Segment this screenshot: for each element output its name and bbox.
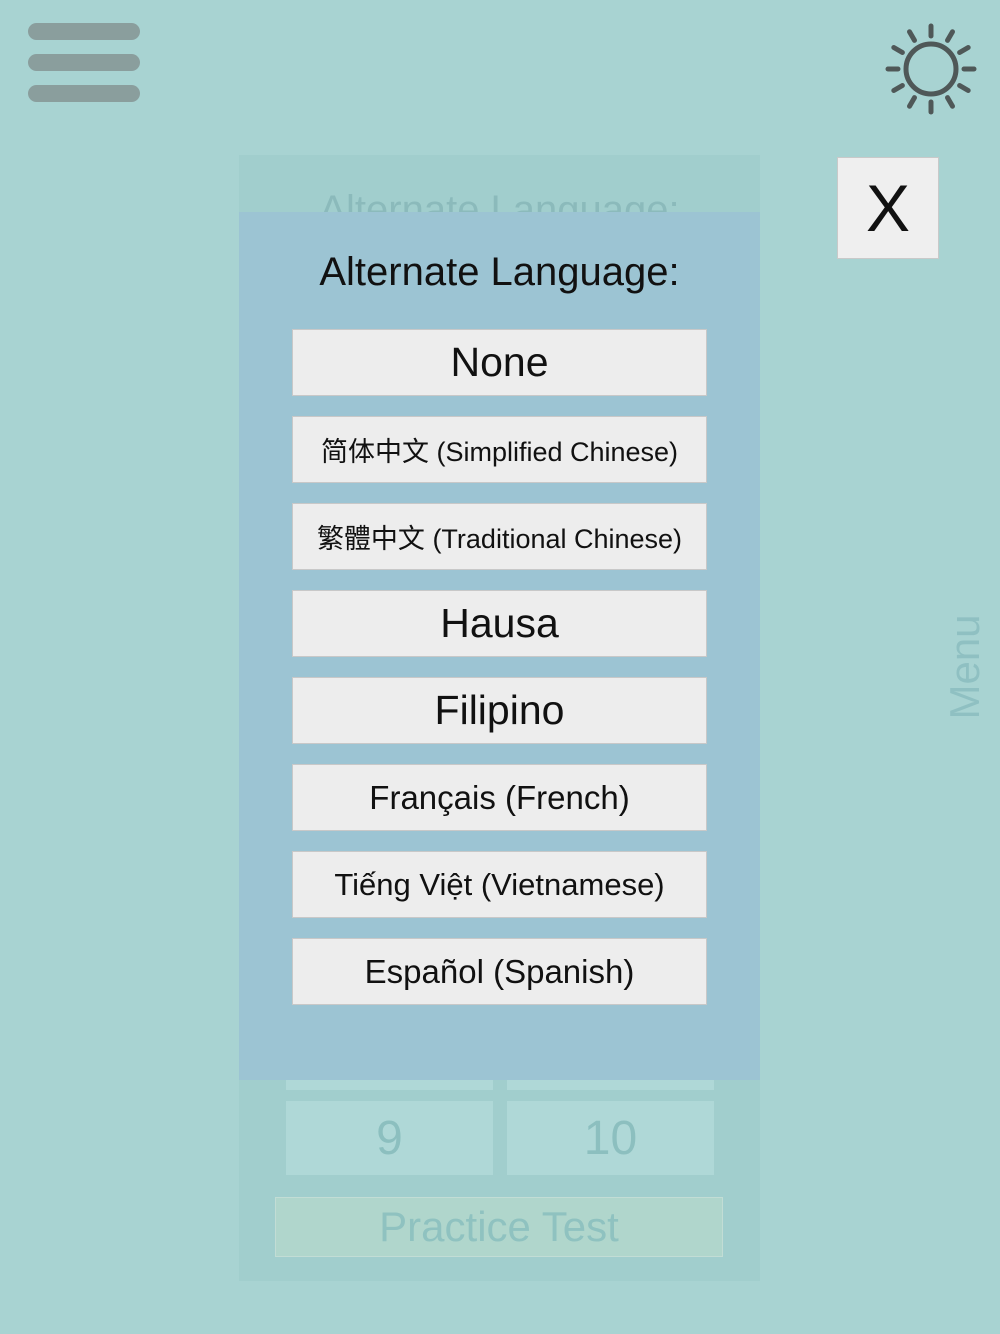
alternate-language-dialog: Alternate Language: None 简体中文 (Simplifie…: [239, 212, 760, 1080]
language-option-filipino[interactable]: Filipino: [292, 677, 707, 744]
side-menu-tab[interactable]: Menu: [941, 602, 988, 732]
hamburger-bar: [28, 23, 140, 40]
close-button[interactable]: X: [837, 157, 939, 259]
language-option-french[interactable]: Français (French): [292, 764, 707, 831]
background-title: Alternate Language:: [319, 188, 680, 213]
language-option-vietnamese[interactable]: Tiếng Việt (Vietnamese): [292, 851, 707, 918]
hamburger-bar: [28, 85, 140, 102]
practice-test-button[interactable]: Practice Test: [275, 1197, 723, 1257]
language-option-none[interactable]: None: [292, 329, 707, 396]
dialog-title: Alternate Language:: [319, 250, 680, 294]
language-option-simplified-chinese[interactable]: 简体中文 (Simplified Chinese): [292, 416, 707, 483]
sun-icon[interactable]: [884, 22, 978, 116]
grid-cell-9[interactable]: 9: [286, 1101, 493, 1175]
language-option-spanish[interactable]: Español (Spanish): [292, 938, 707, 1005]
background-grid-cell: [507, 1080, 714, 1090]
grid-cell-10[interactable]: 10: [507, 1101, 714, 1175]
background-grid-cell: [286, 1080, 493, 1090]
hamburger-menu-icon[interactable]: [28, 22, 140, 104]
language-option-traditional-chinese[interactable]: 繁體中文 (Traditional Chinese): [292, 503, 707, 570]
language-option-hausa[interactable]: Hausa: [292, 590, 707, 657]
hamburger-bar: [28, 54, 140, 71]
